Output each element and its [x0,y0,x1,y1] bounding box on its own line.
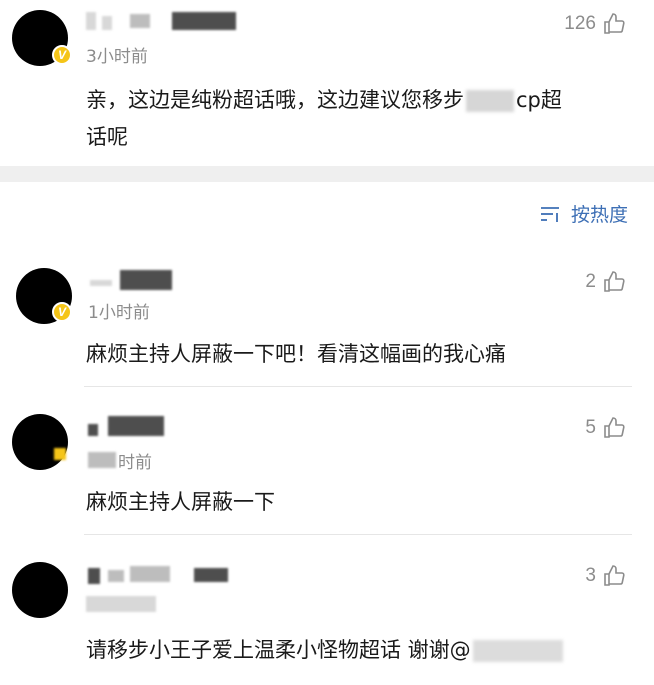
like-count: 5 [585,417,596,438]
comment-time: 1小时前 [88,303,150,323]
like-count: 3 [585,565,596,586]
thumbs-up-icon [604,13,625,34]
username-blurred[interactable] [86,562,236,584]
like-button[interactable]: 3 [585,564,626,588]
divider [84,534,632,535]
thumbs-up-icon [604,271,625,292]
divider [84,386,632,387]
thumbs-up-icon [604,417,625,438]
sort-lines-icon [540,206,559,222]
thumbs-up-icon [604,565,625,586]
redacted-mention[interactable] [472,640,563,662]
comment-text-part2: cp超 [516,88,562,112]
comment-time: 3小时前 [86,47,148,67]
top-comment: V 3小时前 126 亲，这边是纯粉超话哦，这边建议您移步 cp超 话呢 [0,0,654,166]
comment-text-line2: 话呢 [86,125,128,149]
sort-by-heat-button[interactable]: 按热度 [539,200,628,227]
like-button[interactable]: 126 [564,12,626,36]
like-button[interactable]: 2 [585,270,626,294]
comment-item: 3 请移步小王子爱上温柔小怪物超话 谢谢@ [0,556,654,685]
comment-text: 请移步小王子爱上温柔小怪物超话 谢谢@ [86,632,565,669]
like-count: 2 [585,271,596,292]
comment-time: 时前 [118,453,152,473]
like-count: 126 [564,13,596,34]
time-blurred [86,592,166,614]
like-button[interactable]: 5 [585,416,626,440]
username-blurred[interactable] [90,268,180,290]
comment-text-part1: 亲，这边是纯粉超话哦，这边建议您移步 [86,88,464,112]
comment-item: V 1小时前 2 麻烦主持人屏蔽一下吧！看清这幅画的我心痛 [0,262,654,386]
avatar[interactable] [12,414,68,470]
redacted-text [466,90,514,112]
username-blurred[interactable] [86,10,236,32]
username-blurred[interactable] [86,414,176,436]
comment-text: 麻烦主持人屏蔽一下吧！看清这幅画的我心痛 [86,342,506,366]
comment-text: 亲，这边是纯粉超话哦，这边建议您移步 cp超 话呢 [86,82,631,156]
time-prefix-blurred [88,452,116,468]
avatar[interactable] [12,562,68,618]
comment-text: 麻烦主持人屏蔽一下 [86,490,275,514]
avatar-badge-blurred [54,448,66,460]
comment-item: 时前 5 麻烦主持人屏蔽一下 [0,408,654,534]
sort-label: 按热度 [570,204,628,226]
verified-badge-icon: V [52,45,72,65]
verified-badge-icon: V [52,302,72,322]
section-separator [0,166,654,182]
comment-text-part1: 请移步小王子爱上温柔小怪物超话 谢谢@ [86,638,471,662]
